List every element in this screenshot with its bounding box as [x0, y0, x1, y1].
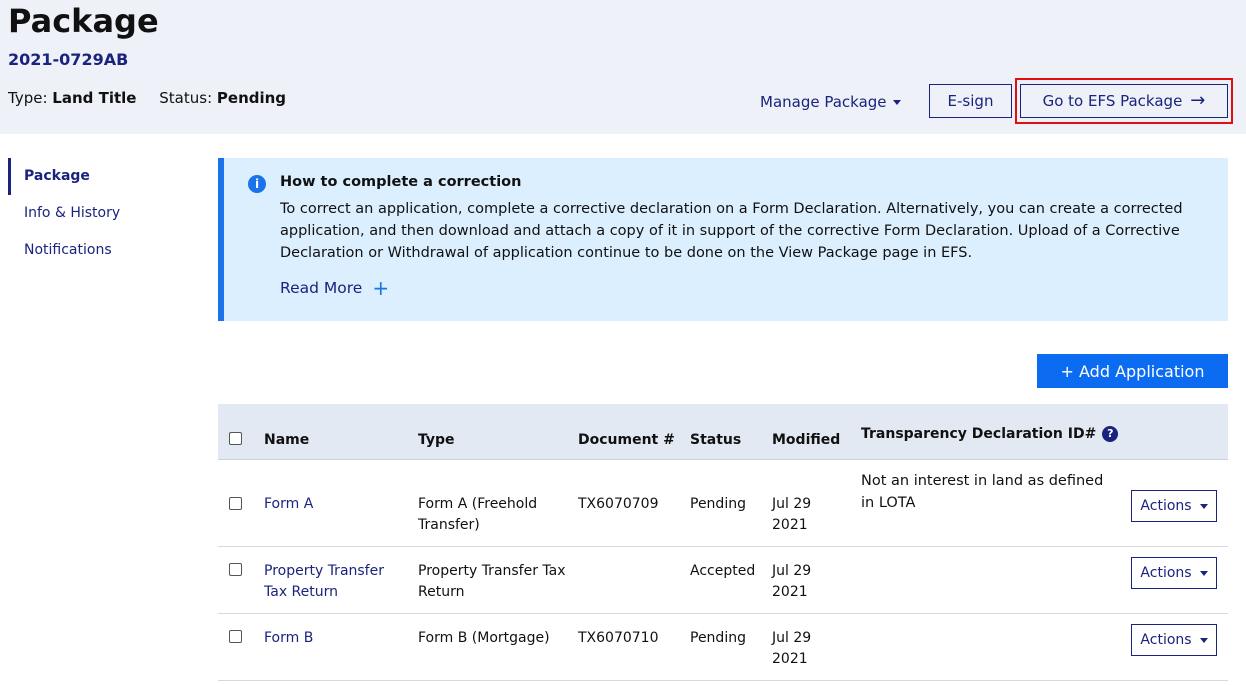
select-all-checkbox[interactable]	[229, 432, 242, 445]
header-type: Type	[418, 432, 455, 448]
row-transparency: Not an interest in land as defined in LO…	[861, 473, 1104, 511]
help-icon[interactable]: ?	[1102, 426, 1119, 442]
caret-down-icon	[892, 99, 901, 105]
package-id: 2021-0729AB	[8, 50, 129, 69]
actions-label: Actions	[1140, 632, 1192, 648]
manage-package-dropdown[interactable]: Manage Package	[760, 90, 901, 114]
nav-item-notifications[interactable]: Notifications	[8, 232, 178, 269]
header-document: Document #	[578, 432, 675, 448]
row-checkbox[interactable]	[229, 630, 242, 643]
row-status: Accepted	[690, 563, 756, 579]
row-document: TX6070709	[578, 496, 659, 512]
nav-item-info-history[interactable]: Info & History	[8, 195, 178, 232]
row-modified: Jul 29 2021	[772, 630, 812, 667]
package-header: Package 2021-0729AB Type: Land Title Sta…	[0, 0, 1246, 134]
nav-item-package[interactable]: Package	[8, 158, 178, 195]
plus-icon: +	[372, 276, 390, 300]
row-name-link[interactable]: Form A	[264, 494, 404, 515]
table-header: Name Type Document # Status Modified Tra…	[218, 404, 1228, 460]
row-status: Pending	[690, 496, 746, 512]
row-status: Pending	[690, 630, 746, 646]
row-name-link[interactable]: Property Transfer Tax Return	[264, 561, 404, 603]
row-document: TX6070710	[578, 630, 659, 646]
caret-down-icon	[1199, 637, 1208, 643]
applications-table: Name Type Document # Status Modified Tra…	[218, 404, 1228, 681]
table-row: Property Transfer Tax Return Property Tr…	[218, 547, 1228, 614]
row-type: Property Transfer Tax Return	[418, 563, 566, 600]
row-checkbox[interactable]	[229, 563, 242, 576]
info-icon: i	[248, 175, 266, 193]
info-body: To correct an application, complete a co…	[280, 201, 1183, 261]
read-more-label: Read More	[280, 279, 363, 297]
info-title: How to complete a correction	[280, 174, 522, 190]
add-application-button[interactable]: + Add Application	[1037, 354, 1228, 388]
actions-label: Actions	[1140, 498, 1192, 514]
row-type: Form A (Freehold Transfer)	[418, 496, 538, 533]
caret-down-icon	[1199, 503, 1208, 509]
read-more-link[interactable]: Read More +	[280, 278, 389, 298]
type-value: Land Title	[52, 89, 137, 107]
arrow-right-icon: →	[1190, 90, 1206, 111]
caret-down-icon	[1199, 570, 1208, 576]
header-status: Status	[690, 432, 742, 448]
package-meta: Type: Land Title Status: Pending	[8, 89, 286, 107]
header-transparency: Transparency Declaration ID#?	[861, 426, 1119, 442]
header-transparency-label: Transparency Declaration ID#	[861, 426, 1097, 442]
table-row: Form B Form B (Mortgage) TX6070710 Pendi…	[218, 614, 1228, 681]
type-label: Type:	[8, 89, 48, 107]
esign-button[interactable]: E-sign	[929, 84, 1012, 118]
row-type: Form B (Mortgage)	[418, 630, 550, 646]
header-modified: Modified	[772, 432, 841, 448]
go-to-efs-package-button[interactable]: Go to EFS Package →	[1020, 84, 1228, 118]
info-callout: i How to complete a correction To correc…	[218, 158, 1228, 321]
row-actions-button[interactable]: Actions	[1131, 624, 1217, 656]
page-title: Package	[8, 2, 159, 40]
row-actions-button[interactable]: Actions	[1131, 490, 1217, 522]
row-modified: Jul 29 2021	[772, 563, 812, 600]
header-name: Name	[264, 432, 310, 448]
table-row: Form A Form A (Freehold Transfer) TX6070…	[218, 460, 1228, 547]
status-label: Status:	[159, 89, 213, 107]
row-name-link[interactable]: Form B	[264, 628, 404, 649]
row-modified: Jul 29 2021	[772, 496, 812, 533]
side-nav: Package Info & History Notifications	[8, 158, 178, 269]
row-actions-button[interactable]: Actions	[1131, 557, 1217, 589]
efs-button-label: Go to EFS Package	[1042, 92, 1183, 110]
status-value: Pending	[216, 89, 287, 107]
row-checkbox[interactable]	[229, 497, 242, 510]
manage-package-label: Manage Package	[760, 93, 887, 111]
actions-label: Actions	[1140, 565, 1192, 581]
